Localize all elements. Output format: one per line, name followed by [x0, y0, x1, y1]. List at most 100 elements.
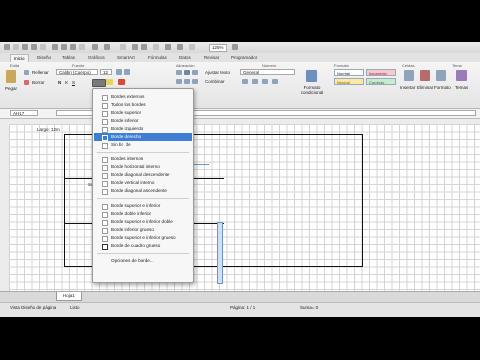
menu-item-borde-de-cuadro-grueso[interactable]: Borde de cuadro grueso	[94, 242, 192, 250]
menu-item-opciones-de-borde[interactable]: Opciones de borde...	[94, 257, 192, 265]
help-icon[interactable]	[232, 44, 238, 50]
selected-range[interactable]	[217, 222, 223, 284]
align-left-icon[interactable]	[176, 79, 182, 84]
borders-button[interactable]	[92, 79, 106, 87]
menu-item-bordes-externos[interactable]: Bordes externos	[94, 93, 192, 101]
temas-button[interactable]: Temas	[455, 85, 468, 90]
themes-icon[interactable]	[456, 70, 467, 81]
align-bottom-icon[interactable]	[192, 70, 198, 75]
menu-item-borde-superior-e-inferior[interactable]: Borde superior e inferior	[94, 202, 192, 210]
tab-diseno[interactable]: Diseño	[37, 54, 51, 61]
menu-item-borde-horizontal-interno[interactable]: Borde horizontal interno	[94, 163, 192, 171]
rellenar-button[interactable]: Rellenar	[32, 70, 49, 75]
group-label-edita: Edita	[10, 63, 20, 68]
number-format-select[interactable]: General	[240, 69, 295, 75]
sort-desc-icon[interactable]	[141, 44, 147, 50]
wrap-text-button[interactable]: Ajustar texto	[205, 70, 230, 75]
sheet-tab-bar: Hoja1	[0, 291, 480, 302]
font-size-select[interactable]: 12	[100, 69, 112, 75]
print-icon[interactable]	[40, 44, 46, 50]
zoom-select[interactable]: 125%	[209, 44, 227, 52]
tab-inicio[interactable]: Inicio	[10, 54, 29, 62]
menu-item-sin-borde[interactable]: Sin borde	[94, 141, 192, 149]
align-right-icon[interactable]	[192, 79, 198, 84]
font-name-select[interactable]: Calibri (Cuerpo)	[56, 69, 98, 75]
menu-item-borde-doble-inferior[interactable]: Borde doble inferior	[94, 210, 192, 218]
format-painter-icon[interactable]	[79, 44, 85, 50]
insertar-button[interactable]: Insertar	[400, 85, 415, 90]
delete-cells-icon[interactable]	[420, 70, 430, 81]
menu-item-borde-superior[interactable]: Borde superior	[94, 109, 192, 117]
menu-item-todos-los-bordes[interactable]: Todos los bordes	[94, 101, 192, 109]
bold-button[interactable]: N	[58, 80, 61, 85]
sort-asc-icon[interactable]	[132, 44, 138, 50]
font-color-icon[interactable]	[118, 79, 125, 85]
menu-item-borde-izquierdo[interactable]: Borde izquierdo	[94, 125, 192, 133]
shrink-font-icon[interactable]	[124, 69, 130, 75]
menu-item-borde-diagonal-descendente[interactable]: Borde diagonal descendente	[94, 171, 192, 179]
currency-icon[interactable]	[242, 79, 248, 84]
tab-tablas[interactable]: Tablas	[62, 54, 75, 61]
format-cells-icon[interactable]	[436, 70, 446, 81]
cell-grid[interactable]: Largo: 12m Sa	[9, 124, 480, 291]
group-label-fuente: Fuente	[72, 63, 85, 68]
fill-color-icon[interactable]	[106, 79, 113, 85]
style-bad[interactable]: Incorrecto	[366, 69, 396, 76]
redo-icon[interactable]	[104, 44, 110, 50]
sheet-tab-hoja1[interactable]: Hoja1	[56, 292, 82, 301]
formato-button[interactable]: Formato	[434, 85, 451, 90]
menu-item-borde-diagonal-ascendente[interactable]: Borde diagonal ascendente	[94, 187, 192, 195]
gallery-icon[interactable]	[165, 44, 171, 50]
align-middle-icon[interactable]	[184, 70, 190, 75]
menu-item-borde-vertical-interno[interactable]: Borde vertical interno	[94, 179, 192, 187]
tab-formulas[interactable]: Fórmulas	[148, 54, 167, 61]
tab-revisar[interactable]: Revisar	[204, 54, 219, 61]
decimal-icon[interactable]	[272, 79, 278, 84]
tab-graficos[interactable]: Gráficos	[88, 54, 105, 61]
merge-button[interactable]: Combinar	[205, 79, 225, 84]
borrar-button[interactable]: Borrar	[32, 80, 45, 85]
eliminar-button[interactable]: Eliminar	[417, 85, 433, 90]
save-icon[interactable]	[31, 44, 37, 50]
insert-cells-icon[interactable]	[404, 70, 414, 81]
media-icon[interactable]	[189, 44, 195, 50]
eraser-icon[interactable]	[24, 80, 29, 85]
name-box[interactable]: AH17	[10, 110, 38, 116]
fill-icon[interactable]	[24, 70, 29, 75]
menu-item-borde-inferior[interactable]: Borde inferior	[94, 117, 192, 125]
grow-font-icon[interactable]	[116, 69, 122, 75]
menu-item-borde-superior-e-inferior-doble[interactable]: Borde superior e inferior doble	[94, 218, 192, 226]
style-good[interactable]: Correcto	[366, 78, 396, 85]
tab-datos[interactable]: Datos	[179, 54, 191, 61]
pegar-label[interactable]: Pegar	[5, 86, 17, 91]
menu-item-borde-inferior-grueso[interactable]: Borde inferior grueso	[94, 226, 192, 234]
menu-item-borde-derecho[interactable]: Borde derecho	[94, 133, 192, 141]
percent-icon[interactable]	[252, 79, 258, 84]
status-view[interactable]: Vista Diseño de página	[10, 305, 56, 310]
toolbox-icon[interactable]	[177, 44, 183, 50]
thousands-icon[interactable]	[262, 79, 268, 84]
paste-icon[interactable]	[70, 44, 76, 50]
autosum-icon[interactable]	[120, 44, 126, 50]
tab-programador[interactable]: Programador	[231, 54, 257, 61]
paste-big-icon[interactable]	[6, 70, 16, 83]
style-normal[interactable]: Normal	[334, 69, 364, 76]
align-top-icon[interactable]	[176, 70, 182, 75]
undo-icon[interactable]	[92, 44, 98, 50]
template-icon[interactable]	[13, 44, 19, 50]
open-icon[interactable]	[22, 44, 28, 50]
copy-icon[interactable]	[61, 44, 67, 50]
style-neutral[interactable]: Neutral	[334, 78, 364, 85]
filter-icon[interactable]	[153, 44, 159, 50]
menu-item-borde-superior-e-inferior-grueso[interactable]: Borde superior e inferior grueso	[94, 234, 192, 242]
align-center-icon[interactable]	[184, 79, 190, 84]
conditional-format-icon[interactable]	[306, 70, 317, 82]
menu-item-bordes-internos[interactable]: Bordes internos	[94, 155, 192, 163]
italic-button[interactable]: K	[65, 80, 68, 85]
new-icon[interactable]	[4, 44, 10, 50]
worksheet[interactable]: Largo: 12m Sa	[0, 119, 480, 291]
conditional-format-button[interactable]: Formato condicional	[300, 85, 324, 95]
tab-smartart[interactable]: SmartArt	[117, 54, 135, 61]
underline-button[interactable]: S	[72, 80, 75, 85]
cut-icon[interactable]	[52, 44, 58, 50]
